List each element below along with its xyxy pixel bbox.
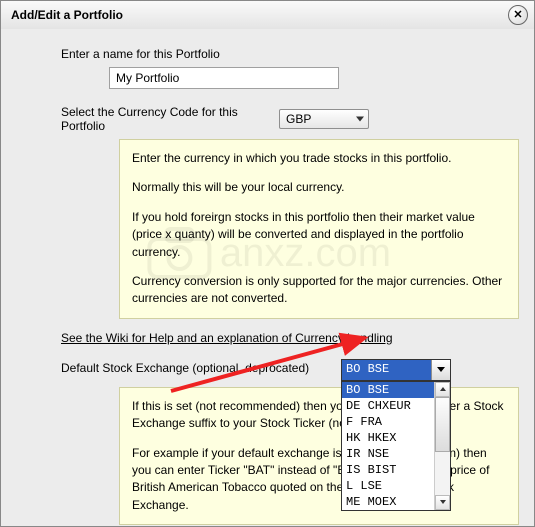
exchange-row: Default Stock Exchange (optional, deproc… — [19, 359, 516, 381]
exchange-option[interactable]: BO BSE — [342, 382, 434, 398]
scroll-up-button[interactable] — [435, 382, 450, 397]
exchange-help-box: If this is set (not recommended) then yo… — [119, 387, 519, 525]
exchange-option[interactable]: DE CHXEUR — [342, 398, 434, 414]
help-text: If you hold foreirgn stocks in this port… — [132, 209, 506, 261]
portfolio-name-input[interactable] — [109, 67, 339, 89]
currency-help-box: Enter the currency in which you trade st… — [119, 139, 519, 319]
exchange-dropdown: BO BSEDE CHXEURF FRAHK HKEXIR NSEIS BIST… — [341, 381, 451, 511]
currency-value: GBP — [286, 112, 311, 126]
exchange-option[interactable]: ME MOEX — [342, 494, 434, 510]
dialog-window: Add/Edit a Portfolio ✕ Enter a name for … — [0, 0, 535, 527]
currency-combo[interactable]: GBP — [279, 109, 369, 129]
dialog-content: Enter a name for this Portfolio Select t… — [1, 29, 534, 526]
exchange-value: BO BSE — [342, 360, 431, 380]
scroll-track[interactable] — [435, 397, 450, 495]
name-section: Enter a name for this Portfolio — [19, 47, 516, 89]
help-text: Currency conversion is only supported fo… — [132, 273, 506, 308]
currency-row: Select the Currency Code for this Portfo… — [19, 105, 516, 133]
name-label: Enter a name for this Portfolio — [19, 47, 516, 61]
exchange-combo[interactable]: BO BSE — [341, 359, 451, 381]
exchange-combo-button[interactable] — [431, 360, 450, 380]
help-text: Enter the currency in which you trade st… — [132, 150, 506, 167]
exchange-label: Default Stock Exchange (optional, deproc… — [61, 359, 341, 375]
wiki-link[interactable]: See the Wiki for Help and an explanation… — [19, 331, 516, 345]
scroll-thumb[interactable] — [435, 397, 450, 452]
exchange-option[interactable]: IR NSE — [342, 446, 434, 462]
close-icon: ✕ — [513, 10, 522, 21]
close-button[interactable]: ✕ — [508, 5, 528, 25]
window-title: Add/Edit a Portfolio — [11, 8, 508, 22]
exchange-option[interactable]: IS BIST — [342, 462, 434, 478]
exchange-option[interactable]: F FRA — [342, 414, 434, 430]
triangle-down-icon — [437, 367, 445, 372]
scroll-down-button[interactable] — [435, 495, 450, 510]
chevron-down-icon — [356, 117, 364, 122]
exchange-option[interactable]: L LSE — [342, 478, 434, 494]
exchange-option[interactable]: HK HKEX — [342, 430, 434, 446]
help-text: Normally this will be your local currenc… — [132, 179, 506, 196]
currency-label: Select the Currency Code for this Portfo… — [19, 105, 279, 133]
titlebar: Add/Edit a Portfolio ✕ — [1, 1, 534, 30]
scrollbar[interactable] — [434, 382, 450, 510]
